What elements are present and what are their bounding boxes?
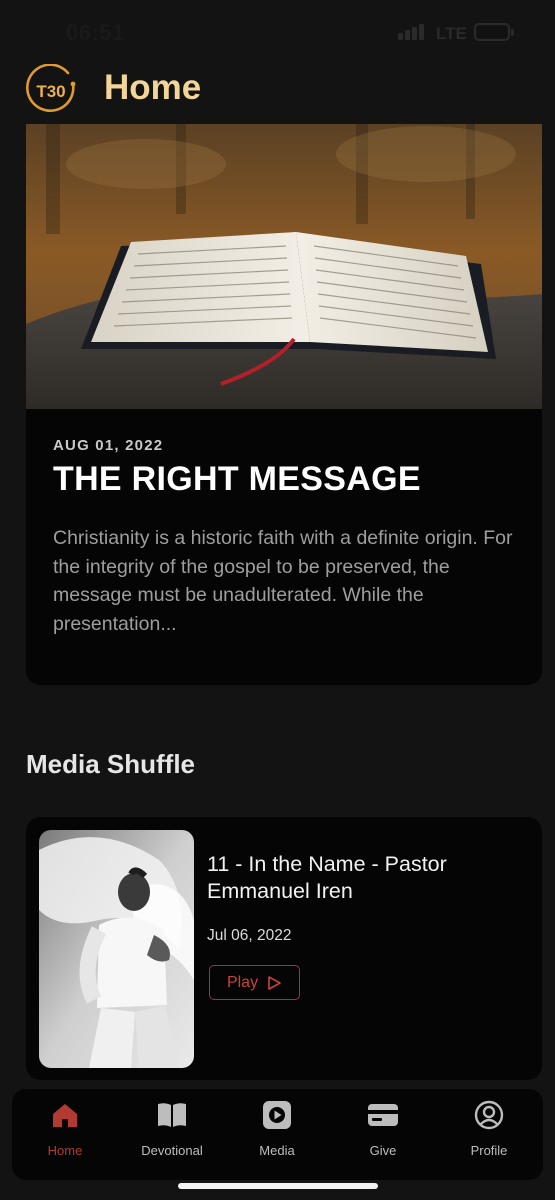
nav-item-media[interactable]: Media (232, 1099, 322, 1169)
featured-devotional-card[interactable]: AUG 01, 2022 THE RIGHT MESSAGE Christian… (26, 124, 542, 685)
media-title: 11 - In the Name - Pastor Emmanuel Iren (207, 852, 447, 903)
card-icon (367, 1099, 399, 1131)
media-thumbnail (39, 830, 194, 1068)
media-shuffle-heading: Media Shuffle (26, 749, 196, 779)
profile-icon (473, 1099, 505, 1131)
book-icon (156, 1099, 188, 1131)
nav-label-profile: Profile (470, 1143, 508, 1158)
battery-icon (474, 23, 510, 41)
play-triangle-icon (268, 975, 281, 990)
featured-date: AUG 01, 2022 (53, 437, 164, 454)
nav-item-profile[interactable]: Profile (444, 1099, 534, 1169)
home-indicator[interactable] (178, 1183, 378, 1189)
nav-label-give: Give (369, 1143, 397, 1158)
featured-image (26, 124, 542, 409)
nav-item-devotional[interactable]: Devotional (127, 1099, 217, 1169)
home-screen: 06:51 LTE T30 Home AUG 01, 2022 THE RIGH… (0, 0, 555, 1200)
nav-label-home: Home (47, 1143, 83, 1158)
media-date: Jul 06, 2022 (207, 927, 292, 944)
nav-label-devotional: Devotional (141, 1143, 203, 1158)
featured-excerpt: Christianity is a historic faith with a … (53, 527, 513, 635)
page-title: Home (104, 68, 202, 107)
app-logo: T30 (26, 64, 76, 112)
nav-item-home[interactable]: Home (20, 1099, 110, 1169)
nav-label-media: Media (259, 1143, 295, 1158)
nav-item-give[interactable]: Give (338, 1099, 428, 1169)
home-icon (49, 1099, 81, 1131)
bottom-nav: Home Devotional Media Give Profile (12, 1089, 543, 1180)
status-bar: 06:51 LTE (0, 0, 555, 60)
media-card[interactable]: 11 - In the Name - Pastor Emmanuel Iren … (26, 817, 542, 1080)
play-button-label: Play (226, 973, 259, 991)
status-time: 06:51 (66, 20, 125, 45)
app-logo-text: T30 (36, 82, 65, 101)
featured-title: THE RIGHT MESSAGE (53, 460, 421, 498)
play-icon (261, 1099, 293, 1131)
signal-icon (398, 24, 424, 40)
play-button[interactable]: Play (209, 965, 300, 1000)
network-type: LTE (436, 24, 467, 43)
